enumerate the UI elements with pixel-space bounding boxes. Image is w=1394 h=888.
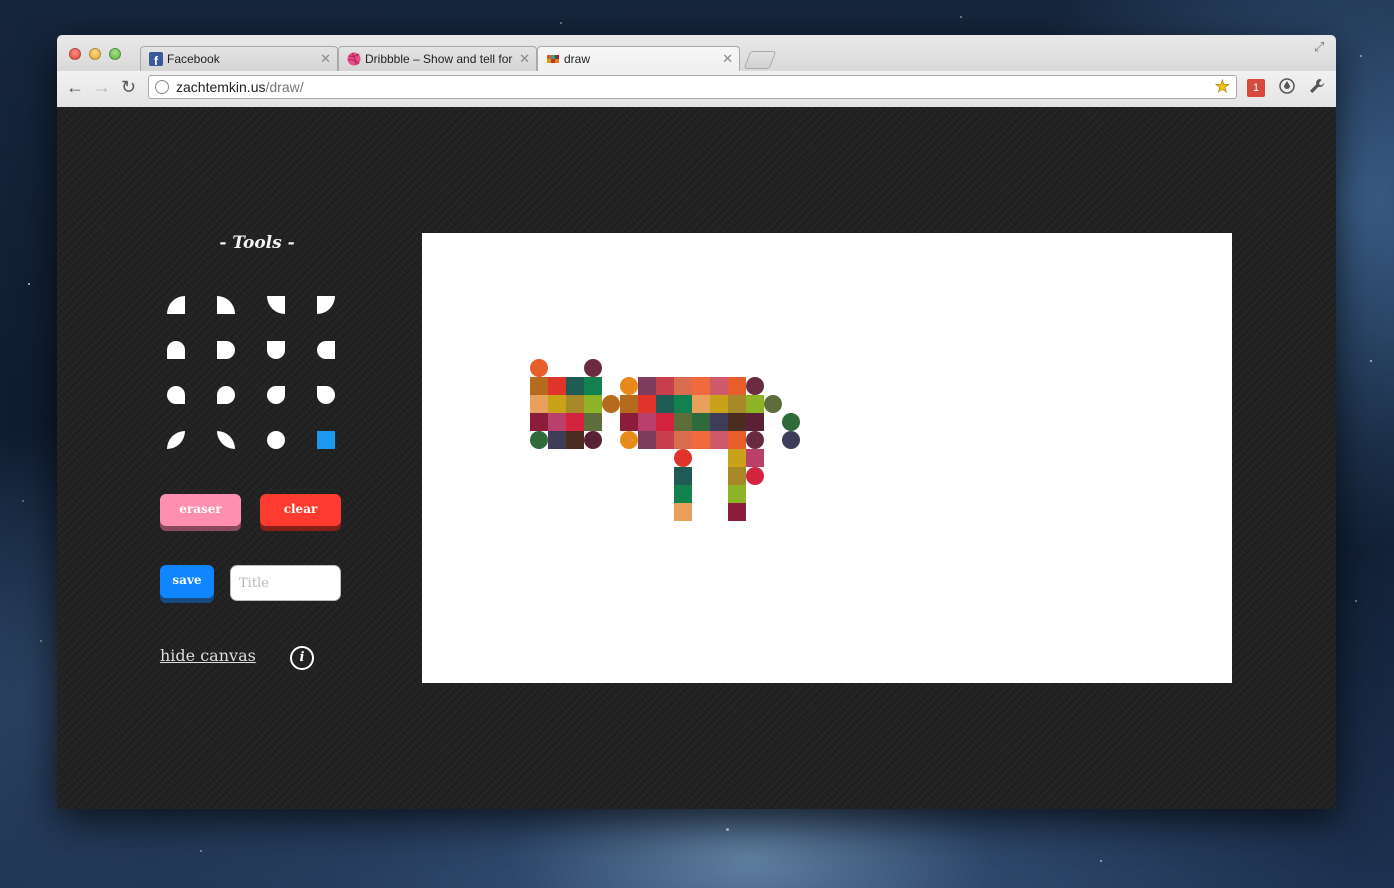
tab-draw[interactable]: draw ✕: [537, 46, 740, 72]
zoom-window-button[interactable]: [109, 48, 121, 60]
tools-title: - Tools -: [219, 233, 295, 253]
draw-page: - Tools - eraser clear save hide canvas …: [57, 107, 1336, 809]
browser-tabstrip: f Facebook ✕ Dribbble – Show and tell fo…: [57, 35, 1336, 72]
hide-canvas-link[interactable]: hide canvas: [160, 646, 256, 665]
round-top-tool[interactable]: [167, 341, 185, 359]
tab-dribbble[interactable]: Dribbble – Show and tell for designers ✕: [338, 46, 537, 71]
extension-badge[interactable]: 1: [1247, 79, 1265, 97]
new-tab-button[interactable]: [743, 51, 777, 69]
forward-icon[interactable]: →: [93, 77, 111, 97]
close-window-button[interactable]: [69, 48, 81, 60]
round-bottom-tool[interactable]: [267, 341, 285, 359]
cow-drawing: [530, 359, 800, 521]
fullscreen-icon[interactable]: ⤢: [1314, 39, 1328, 54]
circle-tool[interactable]: [267, 431, 285, 449]
round-except-top-right-tool[interactable]: [267, 386, 285, 404]
browser-window: f Facebook ✕ Dribbble – Show and tell fo…: [57, 35, 1336, 809]
square-tool[interactable]: [317, 431, 335, 449]
leaf-left-tool[interactable]: [217, 431, 235, 449]
drawing-canvas[interactable]: [422, 233, 1232, 683]
round-except-top-left-tool[interactable]: [317, 386, 335, 404]
quarter-circle-bottom-left-tool[interactable]: [217, 296, 235, 314]
round-except-bottom-left-tool[interactable]: [217, 386, 235, 404]
tab-close-icon[interactable]: ✕: [519, 47, 530, 71]
globe-icon: [155, 80, 169, 94]
eraser-button[interactable]: eraser: [160, 494, 241, 526]
reload-icon[interactable]: ↻: [121, 77, 136, 97]
url-text[interactable]: zachtemkin.us/draw/: [176, 78, 304, 96]
browser-toolbar: ← → ↻ zachtemkin.us/draw/ ★ 1: [57, 71, 1336, 108]
url-path: /draw/: [265, 79, 304, 95]
save-button[interactable]: save: [160, 565, 214, 598]
wrench-icon[interactable]: [1309, 78, 1325, 99]
round-except-bottom-right-tool[interactable]: [167, 386, 185, 404]
dribbble-icon: [347, 52, 361, 66]
tab-label: Dribbble – Show and tell for designers: [365, 52, 514, 66]
tab-close-icon[interactable]: ✕: [722, 47, 733, 71]
clear-button[interactable]: clear: [260, 494, 341, 526]
tab-label: draw: [564, 52, 591, 66]
bookmark-star-icon[interactable]: ★: [1214, 77, 1230, 97]
leaf-right-tool[interactable]: [167, 431, 185, 449]
tab-facebook[interactable]: f Facebook ✕: [140, 46, 338, 71]
quarter-circle-bottom-right-tool[interactable]: [167, 296, 185, 314]
minimize-window-button[interactable]: [89, 48, 101, 60]
facebook-icon: f: [149, 52, 163, 66]
tab-close-icon[interactable]: ✕: [320, 47, 331, 71]
round-right-tool[interactable]: [217, 341, 235, 359]
tab-label: Facebook: [167, 52, 220, 66]
extension-drop-icon[interactable]: [1279, 78, 1295, 94]
address-bar[interactable]: zachtemkin.us/draw/ ★: [148, 75, 1237, 99]
round-left-tool[interactable]: [317, 341, 335, 359]
quarter-circle-top-right-tool[interactable]: [317, 296, 335, 314]
quarter-circle-top-left-tool[interactable]: [267, 296, 285, 314]
url-host: zachtemkin.us: [176, 79, 266, 95]
title-input[interactable]: [230, 565, 341, 601]
draw-favicon: [547, 55, 559, 63]
info-icon[interactable]: i: [290, 646, 314, 670]
back-icon[interactable]: ←: [66, 77, 84, 97]
